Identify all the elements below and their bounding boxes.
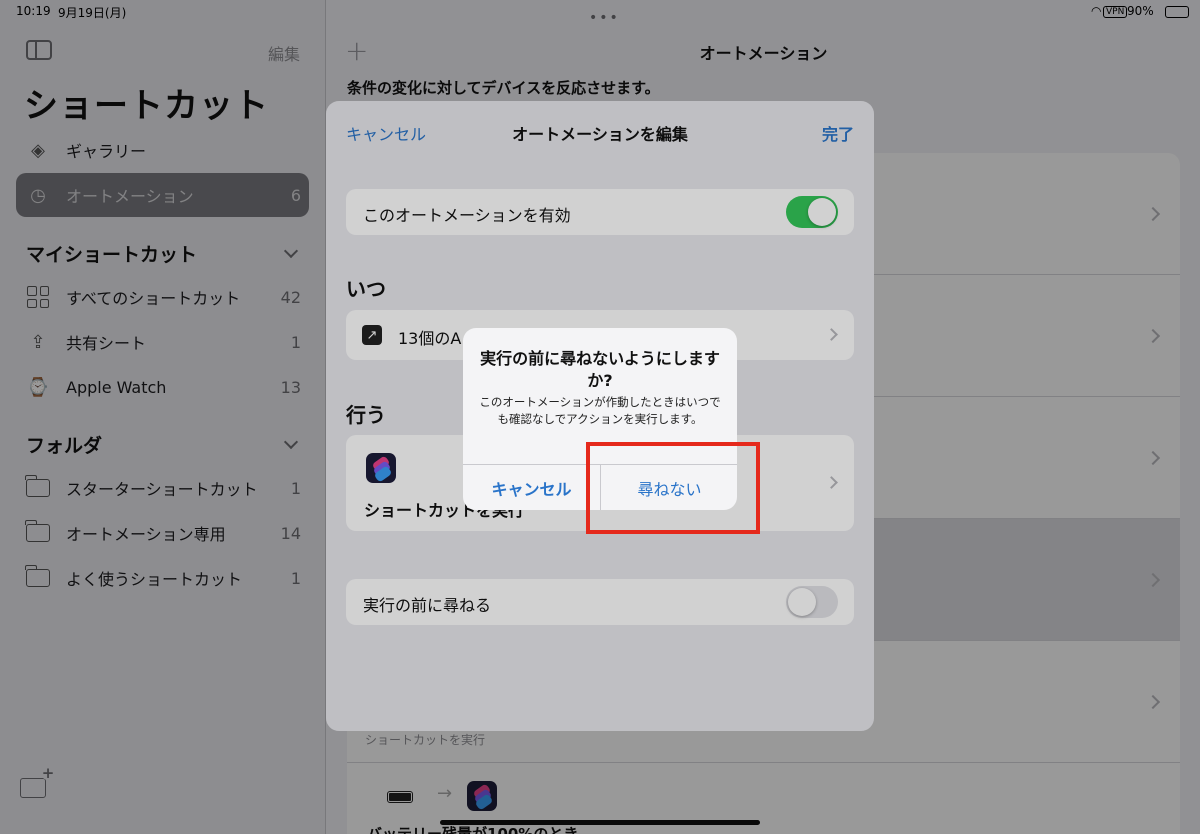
alert-message: このオートメーションが作動したときはいつでも確認なしでアクションを実行します。 <box>479 395 721 426</box>
alert-cancel-button[interactable]: キャンセル <box>463 465 600 510</box>
alert-title: 実行の前に尋ねないようにしますか? <box>480 349 720 390</box>
annotation-highlight-box <box>586 442 760 534</box>
